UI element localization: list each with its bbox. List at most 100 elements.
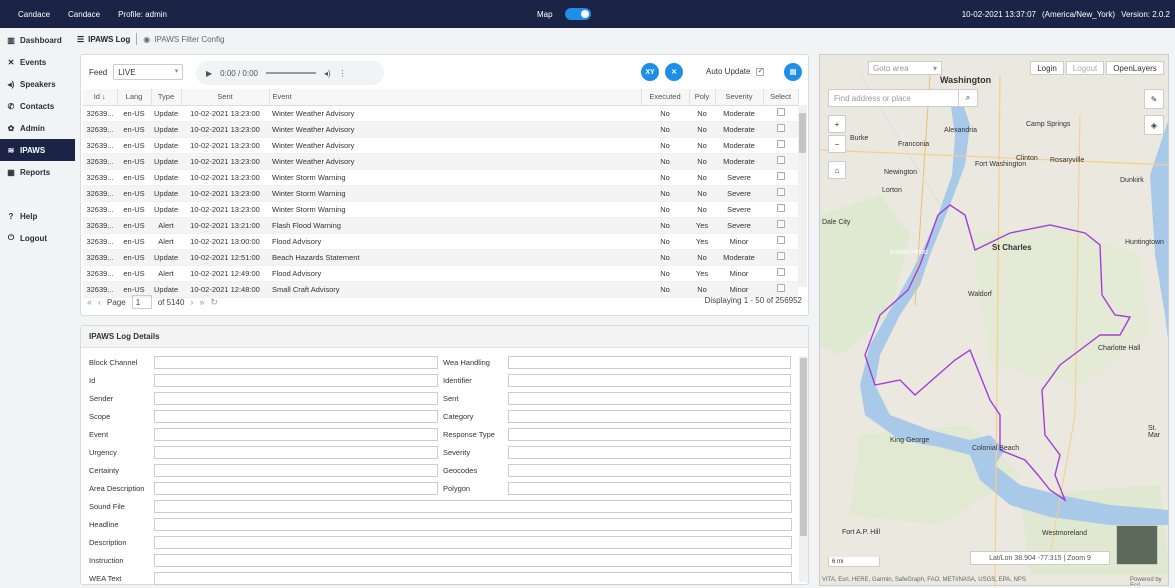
column-header-poly[interactable]: Poly bbox=[689, 89, 716, 106]
user-name-secondary[interactable]: Candace bbox=[68, 10, 100, 19]
user-name[interactable]: Candace bbox=[18, 10, 50, 19]
row-select-checkbox[interactable] bbox=[776, 252, 785, 260]
row-select-checkbox[interactable] bbox=[776, 124, 785, 132]
next-page-icon[interactable]: › bbox=[190, 297, 193, 307]
headline-field[interactable] bbox=[154, 518, 792, 531]
map-search-input[interactable]: Find address or place bbox=[828, 89, 978, 107]
sound-file-field[interactable] bbox=[154, 500, 792, 513]
sidebar-item-speakers[interactable]: ◂) Speakers bbox=[0, 73, 72, 95]
row-select-checkbox[interactable] bbox=[776, 188, 785, 196]
map-logout-button[interactable]: Logout bbox=[1066, 61, 1104, 75]
sent-field[interactable] bbox=[508, 392, 791, 405]
sidebar-item-admin[interactable]: ✿ Admin bbox=[0, 117, 72, 139]
edit-icon[interactable]: ✎ bbox=[1144, 89, 1164, 109]
home-icon[interactable]: ⌂ bbox=[828, 161, 846, 179]
area-description-field[interactable] bbox=[154, 482, 438, 495]
audio-player[interactable]: ▶ 0:00 / 0:00 ◂) ⋮ bbox=[196, 61, 384, 85]
column-header-event[interactable]: Event bbox=[269, 89, 642, 106]
sidebar-item-logout[interactable]: ⏻ Logout bbox=[0, 227, 72, 249]
page-input[interactable]: 1 bbox=[131, 295, 152, 309]
identifier-field[interactable] bbox=[508, 374, 791, 387]
details-scrollbar[interactable] bbox=[799, 356, 808, 582]
urgency-field[interactable] bbox=[154, 446, 438, 459]
table-row[interactable]: 32639... en-US Update 10-02-2021 13:23:00 Wi… bbox=[83, 105, 798, 122]
event-field[interactable] bbox=[154, 428, 438, 441]
row-select-checkbox[interactable] bbox=[776, 220, 785, 228]
column-header-executed[interactable]: Executed bbox=[641, 89, 690, 106]
map-login-button[interactable]: Login bbox=[1030, 61, 1064, 75]
zoom-in-button[interactable]: + bbox=[828, 115, 846, 133]
column-header-sent[interactable]: Sent bbox=[181, 89, 270, 106]
tab-ipaws-filter-config[interactable]: ◉ IPAWS Filter Config bbox=[143, 35, 224, 44]
row-select-checkbox[interactable] bbox=[776, 156, 785, 164]
last-page-icon[interactable]: » bbox=[199, 297, 204, 307]
table-row[interactable]: 32639... en-US Alert 10-02-2021 13:00:00 Flo… bbox=[83, 233, 798, 250]
goto-area-select[interactable]: Goto area ▾ bbox=[868, 61, 942, 75]
first-page-icon[interactable]: « bbox=[87, 297, 92, 307]
table-row[interactable]: 32639... en-US Update 10-02-2021 13:23:00 Wi… bbox=[83, 201, 798, 218]
column-header-select[interactable]: Select bbox=[763, 89, 799, 106]
geocodes-field[interactable] bbox=[508, 464, 791, 477]
id-field[interactable] bbox=[154, 374, 438, 387]
wea-handling-field[interactable] bbox=[508, 356, 791, 369]
zoom-out-button[interactable]: − bbox=[828, 135, 846, 153]
basemap-thumbnail[interactable] bbox=[1116, 525, 1158, 565]
certainty-field[interactable] bbox=[154, 464, 438, 477]
sidebar-item-ipaws[interactable]: ≋ IPAWS bbox=[0, 139, 75, 161]
table-row[interactable]: 32639... en-US Alert 10-02-2021 12:49:00 Flo… bbox=[83, 265, 798, 282]
polygon-field[interactable] bbox=[508, 482, 791, 495]
response-type-field[interactable] bbox=[508, 428, 791, 441]
description-field[interactable] bbox=[154, 536, 792, 549]
row-select-checkbox[interactable] bbox=[776, 204, 785, 212]
row-select-checkbox[interactable] bbox=[776, 284, 785, 292]
row-select-checkbox[interactable] bbox=[776, 140, 785, 148]
table-row[interactable]: 32639... en-US Update 10-02-2021 13:23:00 Wi… bbox=[83, 153, 798, 170]
sidebar-item-dashboard[interactable]: ▥ Dashboard bbox=[0, 29, 72, 51]
export-icon[interactable]: ▤ bbox=[784, 63, 802, 81]
column-header-severity[interactable]: Severity bbox=[715, 89, 764, 106]
scope-field[interactable] bbox=[154, 410, 438, 423]
auto-update-checkbox[interactable] bbox=[756, 67, 765, 76]
details-scrollbar-thumb[interactable] bbox=[800, 358, 807, 536]
column-header-id[interactable]: Id ↓ bbox=[83, 89, 118, 106]
sidebar-item-reports[interactable]: ▦ Reports bbox=[0, 161, 72, 183]
table-row[interactable]: 32639... en-US Update 10-02-2021 13:23:00 Wi… bbox=[83, 137, 798, 154]
table-row[interactable]: 32639... en-US Update 10-02-2021 13:23:00 Wi… bbox=[83, 169, 798, 186]
layers-icon[interactable]: ◈ bbox=[1144, 115, 1164, 135]
profile-label[interactable]: Profile: admin bbox=[118, 10, 167, 19]
table-row[interactable]: 32639... en-US Update 10-02-2021 13:23:00 Wi… bbox=[83, 185, 798, 202]
instruction-field[interactable] bbox=[154, 554, 792, 567]
sidebar-item-help[interactable]: ? Help bbox=[0, 205, 72, 227]
table-row[interactable]: 32639... en-US Update 10-02-2021 13:23:00 Wi… bbox=[83, 121, 798, 138]
play-icon[interactable]: ▶ bbox=[206, 69, 212, 78]
xy-button[interactable]: XY bbox=[641, 63, 659, 81]
openlayers-button[interactable]: OpenLayers bbox=[1106, 61, 1164, 75]
feed-select[interactable]: LIVE ▾ bbox=[113, 64, 184, 80]
tab-ipaws-log[interactable]: ☰ IPAWS Log bbox=[77, 35, 130, 44]
refresh-icon[interactable]: ↻ bbox=[210, 297, 218, 308]
sender-field[interactable] bbox=[154, 392, 438, 405]
row-select-checkbox[interactable] bbox=[776, 236, 785, 244]
column-header-lang[interactable]: Lang bbox=[117, 89, 152, 106]
log-scrollbar[interactable] bbox=[798, 105, 807, 287]
map-toggle[interactable] bbox=[564, 8, 591, 20]
search-icon[interactable]: ⌕ bbox=[958, 89, 978, 107]
clear-button[interactable]: ✕ bbox=[665, 63, 683, 81]
map-canvas[interactable] bbox=[820, 55, 1169, 586]
category-field[interactable] bbox=[508, 410, 791, 423]
severity-field[interactable] bbox=[508, 446, 791, 459]
audio-seek-bar[interactable] bbox=[265, 72, 316, 74]
map-view[interactable]: Washington Alexandria Franconia Burke Fo… bbox=[819, 54, 1169, 586]
row-select-checkbox[interactable] bbox=[776, 108, 785, 116]
sidebar-item-events[interactable]: ✕ Events bbox=[0, 51, 72, 73]
more-options-icon[interactable]: ⋮ bbox=[339, 69, 347, 78]
table-row[interactable]: 32639... en-US Alert 10-02-2021 13:21:00 Fla… bbox=[83, 217, 798, 234]
volume-icon[interactable]: ◂) bbox=[324, 69, 331, 78]
wea-text-field[interactable] bbox=[154, 572, 792, 585]
log-scrollbar-thumb[interactable] bbox=[799, 113, 806, 153]
row-select-checkbox[interactable] bbox=[776, 268, 785, 276]
prev-page-icon[interactable]: ‹ bbox=[98, 297, 101, 307]
column-header-type[interactable]: Type bbox=[151, 89, 182, 106]
block-channel-field[interactable] bbox=[154, 356, 438, 369]
row-select-checkbox[interactable] bbox=[776, 172, 785, 180]
